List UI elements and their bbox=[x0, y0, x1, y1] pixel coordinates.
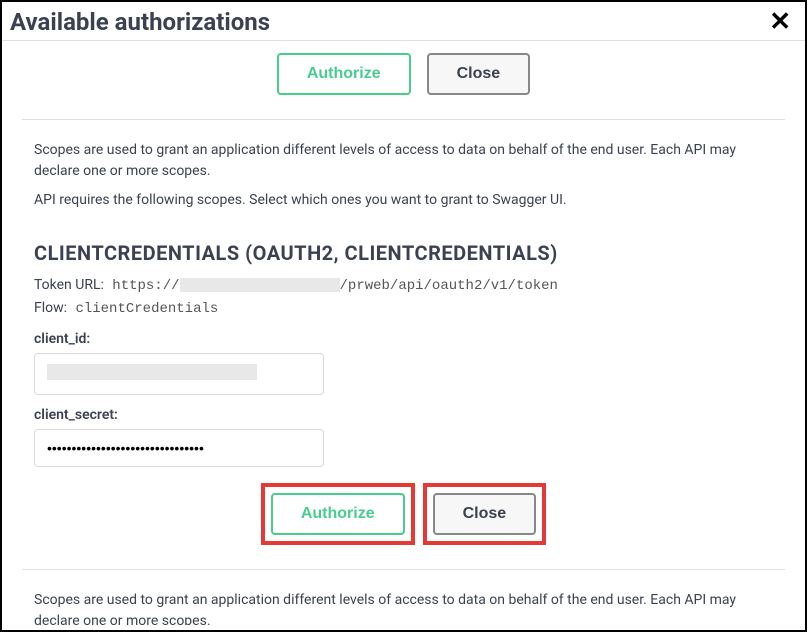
flow-value: clientCredentials bbox=[75, 301, 218, 317]
client-id-group: client_id: bbox=[2, 323, 805, 399]
flow-line: Flow: clientCredentials bbox=[34, 300, 773, 317]
client-secret-group: client_secret: bbox=[2, 399, 805, 471]
scopes-text-2: API requires the following scopes. Selec… bbox=[34, 190, 773, 211]
token-url-redacted bbox=[180, 278, 340, 292]
auth-details: Token URL: https:// /prweb/api/oauth2/v1/… bbox=[2, 277, 805, 317]
scopes2-text-1: Scopes are used to grant an application … bbox=[34, 590, 773, 625]
client-id-redacted bbox=[47, 364, 257, 380]
client-id-field[interactable] bbox=[34, 353, 324, 395]
close-button-top[interactable]: Close bbox=[427, 53, 531, 95]
close-button[interactable]: Close bbox=[433, 493, 537, 535]
flow-label: Flow: bbox=[34, 300, 67, 316]
client-secret-label: client_secret: bbox=[34, 407, 773, 423]
token-url-suffix: /prweb/api/oauth2/v1/token bbox=[340, 278, 558, 294]
client-secret-field[interactable] bbox=[34, 429, 324, 467]
modal-header: Available authorizations ✕ bbox=[2, 2, 805, 41]
modal-title: Available authorizations bbox=[10, 8, 270, 36]
authorize-button[interactable]: Authorize bbox=[271, 493, 405, 535]
scopes-description-2: Scopes are used to grant an application … bbox=[2, 570, 805, 625]
client-id-label: client_id: bbox=[34, 331, 773, 347]
top-button-row: Authorize Close bbox=[2, 41, 805, 119]
auth-section-title: CLIENTCREDENTIALS (OAUTH2, CLIENTCREDENT… bbox=[2, 225, 805, 277]
scopes-description: Scopes are used to grant an application … bbox=[2, 120, 805, 225]
close-highlight: Close bbox=[423, 483, 547, 545]
close-icon[interactable]: ✕ bbox=[769, 9, 791, 35]
token-url-line: Token URL: https:// /prweb/api/oauth2/v1/… bbox=[34, 277, 773, 294]
scopes-text-1: Scopes are used to grant an application … bbox=[34, 140, 773, 182]
authorize-button-top[interactable]: Authorize bbox=[277, 53, 411, 95]
token-url-prefix: https:// bbox=[112, 278, 179, 294]
authorize-highlight: Authorize bbox=[261, 483, 415, 545]
modal-body[interactable]: Authorize Close Scopes are used to grant… bbox=[2, 41, 805, 625]
bottom-button-row: Authorize Close bbox=[2, 471, 805, 569]
token-url-label: Token URL: bbox=[34, 277, 104, 293]
